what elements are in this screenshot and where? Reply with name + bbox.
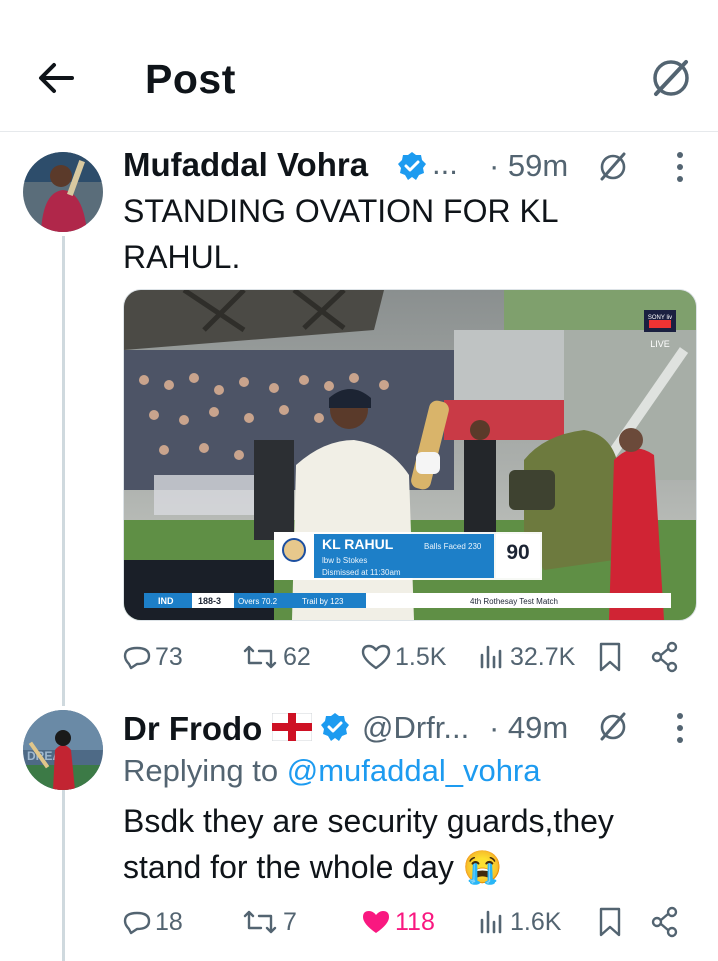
reply-button[interactable]: 73 (123, 637, 183, 677)
scorecard-player: KL RAHUL (322, 536, 394, 552)
score-total: 188-3 (198, 596, 221, 606)
share-icon[interactable] (650, 641, 680, 673)
broadcaster-logo: SONY liv (648, 315, 672, 321)
score-overs: Overs 70.2 (238, 597, 278, 606)
thread-connector (62, 236, 65, 706)
more-options-icon[interactable] (675, 711, 685, 745)
crying-face-emoji: 😭 (462, 849, 503, 885)
grok-icon[interactable] (596, 709, 630, 743)
views-button[interactable]: 32.7K (478, 637, 575, 677)
score-trail: Trail by 123 (302, 597, 344, 606)
scorecard-dismissal: lbw b Stokes (322, 556, 367, 565)
like-count: 1.5K (395, 642, 447, 671)
avatar[interactable] (23, 152, 103, 232)
author-handle[interactable]: @Drfr... (362, 710, 469, 746)
like-count: 118 (395, 907, 435, 936)
share-icon[interactable] (650, 906, 680, 938)
replying-to: Replying to @mufaddal_vohra (123, 753, 541, 789)
post-time[interactable]: · 49m (489, 710, 568, 746)
england-flag-icon (272, 713, 312, 741)
reply-count: 18 (155, 907, 183, 936)
repost-count: 7 (283, 907, 297, 936)
top-bar: Post (0, 0, 718, 132)
views-count: 1.6K (510, 907, 562, 936)
page-title: Post (145, 56, 236, 102)
bookmark-icon[interactable] (598, 906, 622, 938)
thread-connector (62, 790, 65, 961)
replying-to-handle[interactable]: @mufaddal_vohra (287, 753, 541, 788)
reply-icon (123, 646, 151, 670)
post-text: STANDING OVATION FOR KL RAHUL. (123, 193, 558, 275)
repost-icon (243, 910, 277, 934)
verified-badge-icon (398, 152, 426, 180)
views-button[interactable]: 1.6K (478, 902, 561, 942)
views-icon (480, 910, 502, 934)
author-handle[interactable]: ... (432, 146, 458, 182)
heart-icon (361, 644, 391, 670)
grok-icon[interactable] (648, 54, 694, 100)
replying-to-label: Replying to (123, 753, 287, 788)
repost-button[interactable]: 7 (241, 902, 297, 942)
grok-icon[interactable] (596, 149, 630, 183)
post-actions: 18 7 118 1.6K (123, 902, 683, 942)
repost-button[interactable]: 62 (241, 637, 311, 677)
verified-badge-icon (321, 713, 349, 741)
score-match: 4th Rothesay Test Match (470, 597, 558, 606)
heart-filled-icon (363, 911, 389, 933)
views-icon (480, 645, 502, 669)
bookmark-icon[interactable] (598, 641, 622, 673)
post-text: Bsdk they are security guards,they stand… (123, 798, 693, 890)
post-text-body: Bsdk they are security guards,they stand… (123, 803, 614, 885)
scorecard-dismissed-at: Dismissed at 11:30am (322, 568, 401, 577)
avatar[interactable]: DREAM (23, 710, 103, 790)
live-label: LIVE (650, 339, 670, 349)
author-name[interactable]: Dr Frodo (123, 710, 262, 748)
like-button[interactable]: 1.5K (361, 637, 446, 677)
back-arrow-icon[interactable] (36, 58, 76, 98)
repost-icon (243, 645, 277, 669)
post-time[interactable]: · 59m (489, 148, 568, 184)
scorecard-runs: 90 (506, 541, 529, 564)
scorecard-balls: Balls Faced 230 (424, 542, 482, 551)
post-media-image[interactable]: SONY liv LIVE KL RAHUL lbw b Stokes Dism… (123, 289, 697, 621)
reply-icon (123, 911, 151, 935)
author-name[interactable]: Mufaddal Vohra (123, 146, 368, 184)
score-team: IND (158, 596, 174, 606)
like-button[interactable]: 118 (361, 902, 435, 942)
views-count: 32.7K (510, 642, 576, 671)
repost-count: 62 (283, 642, 311, 671)
post-actions: 73 62 1.5K 32.7K (123, 637, 683, 677)
reply-button[interactable]: 18 (123, 902, 183, 942)
reply-count: 73 (155, 642, 183, 671)
more-options-icon[interactable] (675, 150, 685, 184)
